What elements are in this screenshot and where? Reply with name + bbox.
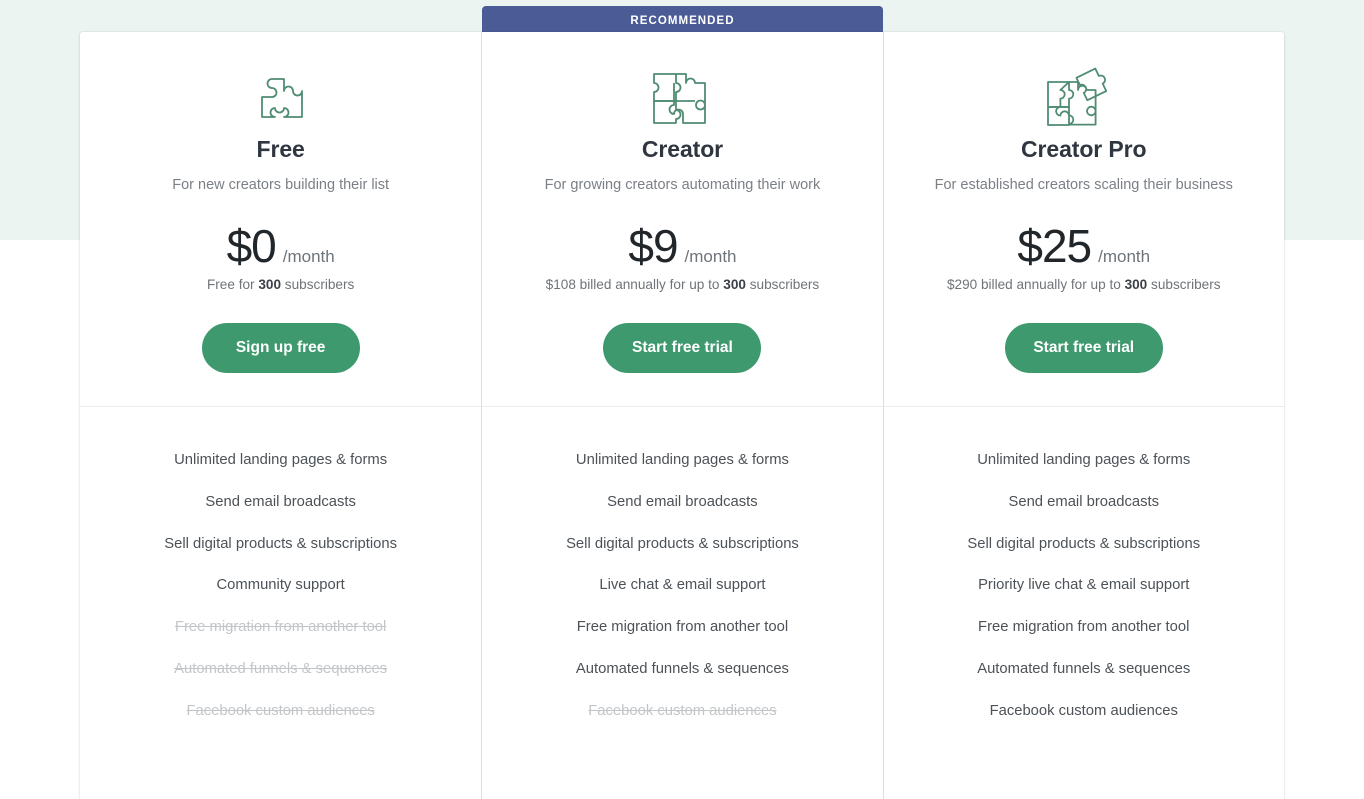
- billing-note-prefix: $108 billed annually for up to: [545, 277, 724, 292]
- billing-note-suffix: subscribers: [1147, 277, 1221, 292]
- billing-note-suffix: subscribers: [745, 277, 820, 292]
- feature-item-included: Send email broadcasts: [1008, 493, 1159, 510]
- plan-name: Creator Pro: [1021, 136, 1147, 162]
- billing-note-subscriber-count: 300: [258, 277, 282, 292]
- billing-note-prefix: $290 billed annually for up to: [946, 277, 1125, 292]
- feature-item-excluded: Facebook custom audiences: [588, 702, 777, 719]
- billing-note-suffix: subscribers: [281, 277, 355, 292]
- feature-item-included: Free migration from another tool: [978, 619, 1190, 635]
- pricing-page: RECOMMENDED Free For new creators buildin…: [0, 0, 1364, 799]
- plan-name: Free: [256, 136, 305, 162]
- pricing-card-group: Free For new creators building their list…: [80, 32, 1284, 799]
- price-amount: $25: [1017, 220, 1092, 272]
- plan-price: $9/month: [628, 223, 736, 269]
- feature-list-free: Unlimited landing pages & forms Send emai…: [80, 407, 481, 732]
- plan-tagline: For new creators building their list: [172, 177, 390, 193]
- billing-note: $108 billed annually for up to 300 subsc…: [546, 277, 820, 292]
- recommended-ribbon-label: RECOMMENDED: [630, 14, 735, 27]
- plan-header-creator-pro: Creator Pro For established creators scal…: [883, 32, 1284, 407]
- price-period: /month: [282, 247, 335, 266]
- plan-header-free: Free For new creators building their list…: [80, 32, 482, 407]
- billing-note: Free for 300 subscribers: [207, 277, 354, 292]
- recommended-ribbon: RECOMMENDED: [482, 6, 883, 35]
- feature-item-included: Unlimited landing pages & forms: [575, 452, 789, 468]
- puzzle-piece-triple-icon: [1045, 67, 1123, 130]
- price-amount: $0: [226, 220, 277, 272]
- feature-item-included: Priority live chat & email support: [978, 577, 1190, 594]
- price-period: /month: [684, 247, 737, 266]
- cta-button-free[interactable]: Sign up free: [201, 323, 360, 373]
- feature-list-creator: Unlimited landing pages & forms Send emai…: [482, 407, 882, 732]
- feature-item-included: Community support: [216, 577, 345, 594]
- puzzle-piece-single-icon: [252, 68, 310, 130]
- cta-button-creator-pro[interactable]: Start free trial: [1004, 323, 1163, 373]
- billing-note: $290 billed annually for up to 300 subsc…: [947, 277, 1221, 292]
- pricing-column-creator: Creator For growing creators automating t…: [481, 32, 883, 799]
- plan-name: Creator: [641, 136, 723, 162]
- puzzle-piece-double-icon: [650, 68, 714, 130]
- price-amount: $9: [628, 220, 678, 272]
- feature-item-included: Send email broadcasts: [205, 493, 356, 510]
- feature-list-creator-pro: Unlimited landing pages & forms Send emai…: [884, 407, 1284, 732]
- price-period: /month: [1098, 247, 1151, 266]
- feature-item-included: Facebook custom audiences: [989, 702, 1178, 719]
- feature-item-included: Unlimited landing pages & forms: [174, 452, 388, 468]
- pricing-column-creator-pro: Creator Pro For established creators scal…: [882, 32, 1284, 799]
- feature-item-included: Sell digital products & subscriptions: [566, 535, 799, 552]
- plan-header-creator: Creator For growing creators automating t…: [482, 32, 883, 407]
- pricing-column-free: Free For new creators building their list…: [80, 32, 482, 799]
- billing-note-subscriber-count: 300: [1124, 277, 1148, 292]
- feature-item-excluded: Facebook custom audiences: [186, 702, 375, 719]
- plan-tagline: For growing creators automating their wo…: [544, 177, 821, 193]
- feature-item-excluded: Automated funnels & sequences: [174, 660, 388, 677]
- feature-item-included: Automated funnels & sequences: [575, 660, 789, 677]
- feature-item-included: Free migration from another tool: [576, 619, 789, 635]
- billing-note-subscriber-count: 300: [723, 277, 746, 292]
- plan-tagline: For established creators scaling their b…: [934, 177, 1233, 193]
- cta-button-creator[interactable]: Start free trial: [603, 323, 762, 373]
- feature-item-included: Sell digital products & subscriptions: [967, 535, 1201, 552]
- feature-item-excluded: Free migration from another tool: [174, 619, 387, 635]
- plan-price: $0/month: [227, 223, 335, 269]
- feature-item-included: Unlimited landing pages & forms: [977, 452, 1191, 468]
- plan-price: $25/month: [1017, 223, 1150, 269]
- feature-item-included: Sell digital products & subscriptions: [164, 535, 398, 552]
- billing-note-prefix: Free for: [206, 277, 259, 292]
- feature-item-included: Automated funnels & sequences: [977, 660, 1191, 677]
- feature-item-included: Send email broadcasts: [607, 493, 758, 510]
- feature-item-included: Live chat & email support: [599, 577, 766, 594]
